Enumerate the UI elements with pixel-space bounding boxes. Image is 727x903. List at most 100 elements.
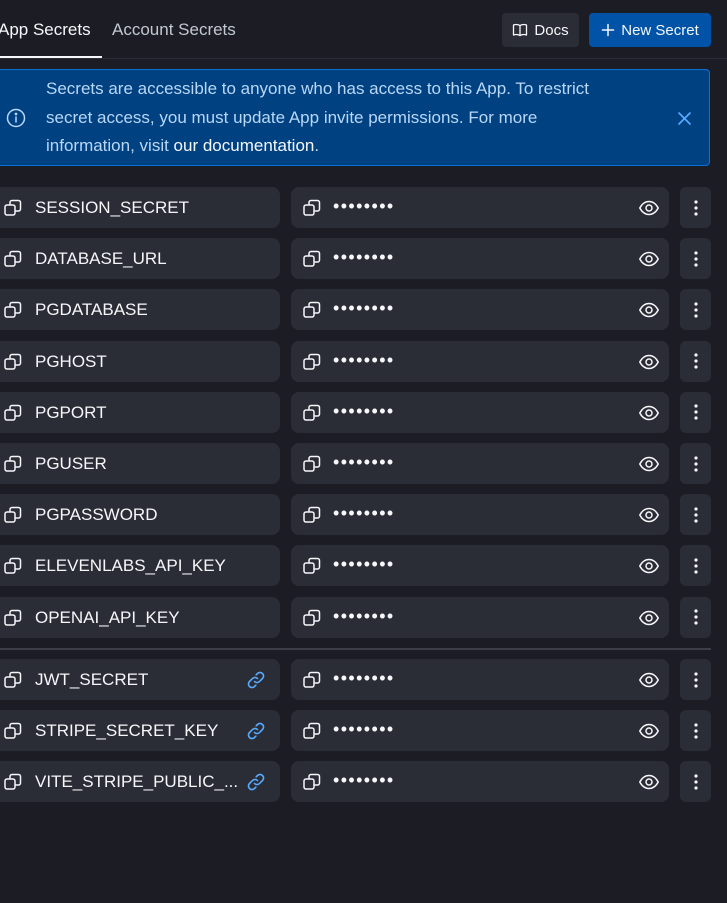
link-icon[interactable] [245,720,267,742]
secret-row: OPENAI_API_KEY •••••••• [0,596,727,638]
secret-row: DATABASE_URL •••••••• [0,238,727,280]
copy-icon[interactable] [301,248,323,270]
eye-icon[interactable] [638,402,660,424]
secret-row: PGPORT •••••••• [0,391,727,433]
tab-account-secrets[interactable]: Account Secrets [112,19,236,41]
eye-icon[interactable] [638,248,660,270]
more-options-button[interactable] [680,238,711,280]
eye-icon[interactable] [638,771,660,793]
copy-icon[interactable] [2,351,24,373]
secret-value-field: •••••••• [291,238,669,280]
masked-secret-value: •••••••• [333,668,395,688]
secret-key-name: STRIPE_SECRET_KEY [35,721,219,740]
eye-icon[interactable] [638,299,660,321]
link-icon[interactable] [245,771,267,793]
more-vertical-icon [693,352,699,370]
secret-key-name: JWT_SECRET [35,670,149,689]
more-options-button[interactable] [680,391,711,433]
more-options-button[interactable] [680,659,711,700]
copy-icon[interactable] [301,720,323,742]
eye-icon[interactable] [638,669,660,691]
secret-key-name: PGHOST [35,351,107,371]
copy-icon[interactable] [301,351,323,373]
eye-icon[interactable] [638,197,660,219]
more-vertical-icon [693,301,699,319]
more-vertical-icon [693,250,699,268]
copy-icon[interactable] [2,248,24,270]
more-options-button[interactable] [680,340,711,382]
secret-row: PGUSER •••••••• [0,443,727,484]
link-icon[interactable] [245,669,267,691]
copy-icon[interactable] [301,771,323,793]
topbar-divider [0,58,727,59]
copy-icon[interactable] [2,669,24,691]
section-divider [0,648,711,650]
copy-icon[interactable] [301,299,323,321]
tab-app-secrets[interactable]: App Secrets [0,19,91,41]
copy-icon[interactable] [2,197,24,219]
copy-icon[interactable] [2,555,24,577]
secret-value-field: •••••••• [291,659,669,700]
secret-value-field: •••••••• [291,545,669,587]
docs-button[interactable]: Docs [502,13,579,47]
secret-row: ELEVENLABS_API_KEY •••••••• [0,545,727,587]
eye-icon[interactable] [638,504,660,526]
copy-icon[interactable] [301,669,323,691]
documentation-link[interactable]: our documentation [174,136,315,155]
secret-key-field: OPENAI_API_KEY [0,596,280,638]
copy-icon[interactable] [301,402,323,424]
more-options-button[interactable] [680,187,711,228]
eye-icon[interactable] [638,607,660,629]
copy-icon[interactable] [2,607,24,629]
copy-icon[interactable] [301,555,323,577]
secret-value-field: •••••••• [291,710,669,751]
secret-key-field: PGDATABASE [0,289,280,331]
new-secret-button[interactable]: New Secret [589,13,711,47]
more-options-button[interactable] [680,761,711,802]
secret-value-field: •••••••• [291,391,669,433]
eye-icon[interactable] [638,555,660,577]
more-vertical-icon [693,199,699,217]
secret-row: JWT_SECRET •••••••• [0,659,727,700]
secret-value-field: •••••••• [291,187,669,228]
copy-icon[interactable] [2,504,24,526]
copy-icon[interactable] [301,607,323,629]
secret-value-field: •••••••• [291,289,669,331]
eye-icon[interactable] [638,720,660,742]
more-options-button[interactable] [680,494,711,536]
copy-icon[interactable] [2,402,24,424]
book-icon [512,22,528,38]
secret-key-field: JWT_SECRET [0,659,280,700]
more-vertical-icon [693,722,699,740]
copy-icon[interactable] [2,453,24,475]
copy-icon[interactable] [2,299,24,321]
copy-icon[interactable] [2,720,24,742]
copy-icon[interactable] [2,771,24,793]
info-banner: Secrets are accessible to anyone who has… [0,69,710,166]
secret-row: PGHOST •••••••• [0,340,727,382]
more-options-button[interactable] [680,443,711,484]
secret-value-field: •••••••• [291,443,669,484]
copy-icon[interactable] [301,453,323,475]
more-options-button[interactable] [680,596,711,638]
secret-key-field: PGPASSWORD [0,494,280,536]
secret-key-field: DATABASE_URL [0,238,280,280]
copy-icon[interactable] [301,504,323,526]
secret-key-field: SESSION_SECRET [0,187,280,228]
secret-key-field: VITE_STRIPE_PUBLIC_... [0,761,280,802]
eye-icon[interactable] [638,351,660,373]
close-icon[interactable] [675,109,695,129]
secret-key-field: ELEVENLABS_API_KEY [0,545,280,587]
secret-key-name: OPENAI_API_KEY [35,607,180,627]
secret-row: VITE_STRIPE_PUBLIC_... •••••••• [0,761,727,802]
copy-icon[interactable] [301,197,323,219]
more-options-button[interactable] [680,545,711,587]
masked-secret-value: •••••••• [333,452,395,472]
secret-row: PGDATABASE •••••••• [0,289,727,331]
secret-row: STRIPE_SECRET_KEY •••••••• [0,710,727,751]
eye-icon[interactable] [638,453,660,475]
more-options-button[interactable] [680,289,711,331]
more-options-button[interactable] [680,710,711,751]
masked-secret-value: •••••••• [333,719,395,739]
secret-key-name: DATABASE_URL [35,249,167,269]
